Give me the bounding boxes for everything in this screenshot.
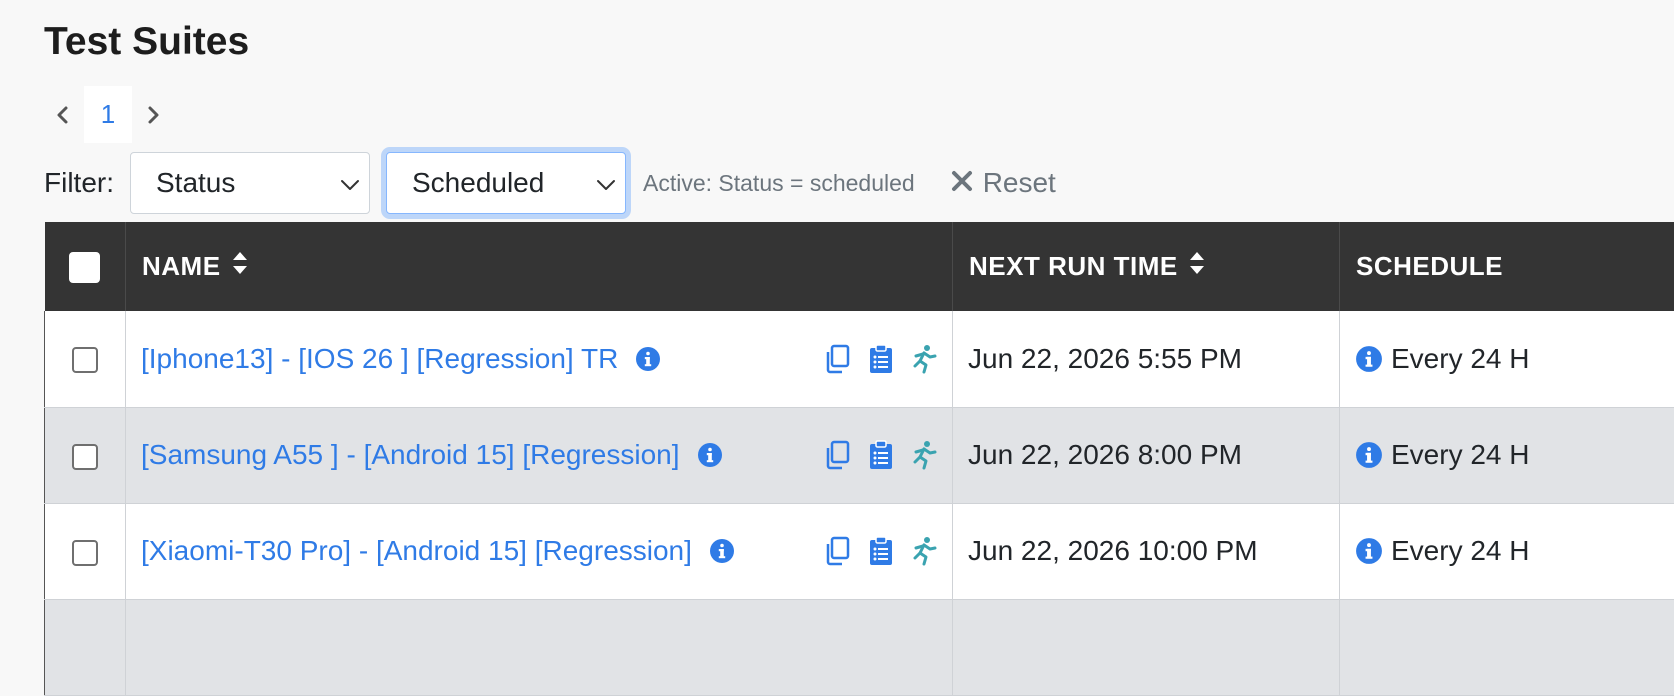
schedule-text: Every 24 H: [1391, 535, 1530, 567]
filter-value-select[interactable]: Scheduled: [386, 152, 626, 214]
row-checkbox[interactable]: [72, 347, 98, 373]
x-icon: [951, 167, 973, 199]
running-person-icon[interactable]: [910, 440, 938, 470]
filter-label: Filter:: [44, 167, 114, 199]
name-cell: [Samsung A55 ] - [Android 15] [Regressio…: [126, 407, 953, 503]
filter-field-value: Status: [156, 167, 235, 199]
suite-name-link[interactable]: [Xiaomi-T30 Pro] - [Android 15] [Regress…: [141, 535, 692, 567]
copy-icon[interactable]: [824, 536, 852, 566]
next-run-cell: Jun 22, 2026 5:55 PM: [953, 311, 1340, 407]
name-cell: [Iphone13] - [IOS 26 ] [Regression] TR: [126, 311, 953, 407]
schedule-cell: Every 24 H: [1340, 311, 1674, 407]
info-circle-icon[interactable]: [1355, 537, 1383, 565]
schedule-cell: Every 24 H: [1340, 407, 1674, 503]
reset-button[interactable]: Reset: [951, 167, 1056, 199]
column-header-name[interactable]: NAME: [126, 222, 953, 311]
table-row: [Iphone13] - [IOS 26 ] [Regression] TR: [45, 311, 1674, 407]
row-checkbox[interactable]: [72, 540, 98, 566]
select-all-cell: [45, 222, 126, 311]
info-circle-icon[interactable]: [635, 346, 661, 372]
next-run-cell: Jun 22, 2026 8:00 PM: [953, 407, 1340, 503]
prev-page-icon[interactable]: [44, 86, 82, 143]
page-title: Test Suites: [44, 20, 249, 64]
info-circle-icon[interactable]: [709, 538, 735, 564]
sort-icon[interactable]: [1188, 250, 1206, 283]
table-row: [Samsung A55 ] - [Android 15] [Regressio…: [45, 407, 1674, 503]
table-header-row: NAME NEXT RUN TIME SCHEDULE: [45, 222, 1674, 311]
column-header-next-run[interactable]: NEXT RUN TIME: [953, 222, 1340, 311]
chevron-down-icon: [595, 167, 617, 199]
schedule-cell: Every 24 H: [1340, 503, 1674, 599]
column-header-next-run-label: NEXT RUN TIME: [969, 251, 1178, 282]
info-circle-icon[interactable]: [1355, 441, 1383, 469]
next-page-icon[interactable]: [134, 86, 172, 143]
row-checkbox[interactable]: [72, 444, 98, 470]
pagination: 1: [44, 86, 172, 143]
schedule-text: Every 24 H: [1391, 343, 1530, 375]
test-suites-table: NAME NEXT RUN TIME SCHEDULE: [44, 222, 1674, 696]
page-number-button[interactable]: 1: [84, 86, 132, 143]
filter-field-select[interactable]: Status: [130, 152, 370, 214]
filter-bar: Filter: Status Scheduled Active: Status …: [44, 152, 1056, 214]
clipboard-list-icon[interactable]: [868, 440, 894, 470]
name-cell: [126, 599, 953, 695]
info-circle-icon[interactable]: [697, 442, 723, 468]
sort-icon[interactable]: [231, 250, 249, 283]
copy-icon[interactable]: [824, 344, 852, 374]
running-person-icon[interactable]: [910, 536, 938, 566]
copy-icon[interactable]: [824, 440, 852, 470]
table-row: [45, 599, 1674, 695]
column-header-schedule-label: SCHEDULE: [1356, 251, 1503, 281]
next-run-cell: [953, 599, 1340, 695]
chevron-down-icon: [339, 167, 361, 199]
suite-name-link[interactable]: [Samsung A55 ] - [Android 15] [Regressio…: [141, 439, 680, 471]
next-run-cell: Jun 22, 2026 10:00 PM: [953, 503, 1340, 599]
column-header-schedule: SCHEDULE: [1340, 222, 1674, 311]
name-cell: [Xiaomi-T30 Pro] - [Android 15] [Regress…: [126, 503, 953, 599]
schedule-cell: [1340, 599, 1674, 695]
active-filter-text: Active: Status = scheduled: [643, 170, 915, 197]
filter-value-text: Scheduled: [412, 167, 544, 199]
reset-label: Reset: [983, 167, 1056, 199]
column-header-name-label: NAME: [142, 251, 221, 282]
suite-name-link[interactable]: [Iphone13] - [IOS 26 ] [Regression] TR: [141, 343, 618, 375]
schedule-text: Every 24 H: [1391, 439, 1530, 471]
clipboard-list-icon[interactable]: [868, 536, 894, 566]
table-row: [Xiaomi-T30 Pro] - [Android 15] [Regress…: [45, 503, 1674, 599]
row-select-cell: [45, 599, 126, 695]
select-all-checkbox[interactable]: [69, 252, 100, 283]
row-select-cell: [45, 311, 126, 407]
row-select-cell: [45, 503, 126, 599]
running-person-icon[interactable]: [910, 344, 938, 374]
info-circle-icon[interactable]: [1355, 345, 1383, 373]
clipboard-list-icon[interactable]: [868, 344, 894, 374]
row-select-cell: [45, 407, 126, 503]
